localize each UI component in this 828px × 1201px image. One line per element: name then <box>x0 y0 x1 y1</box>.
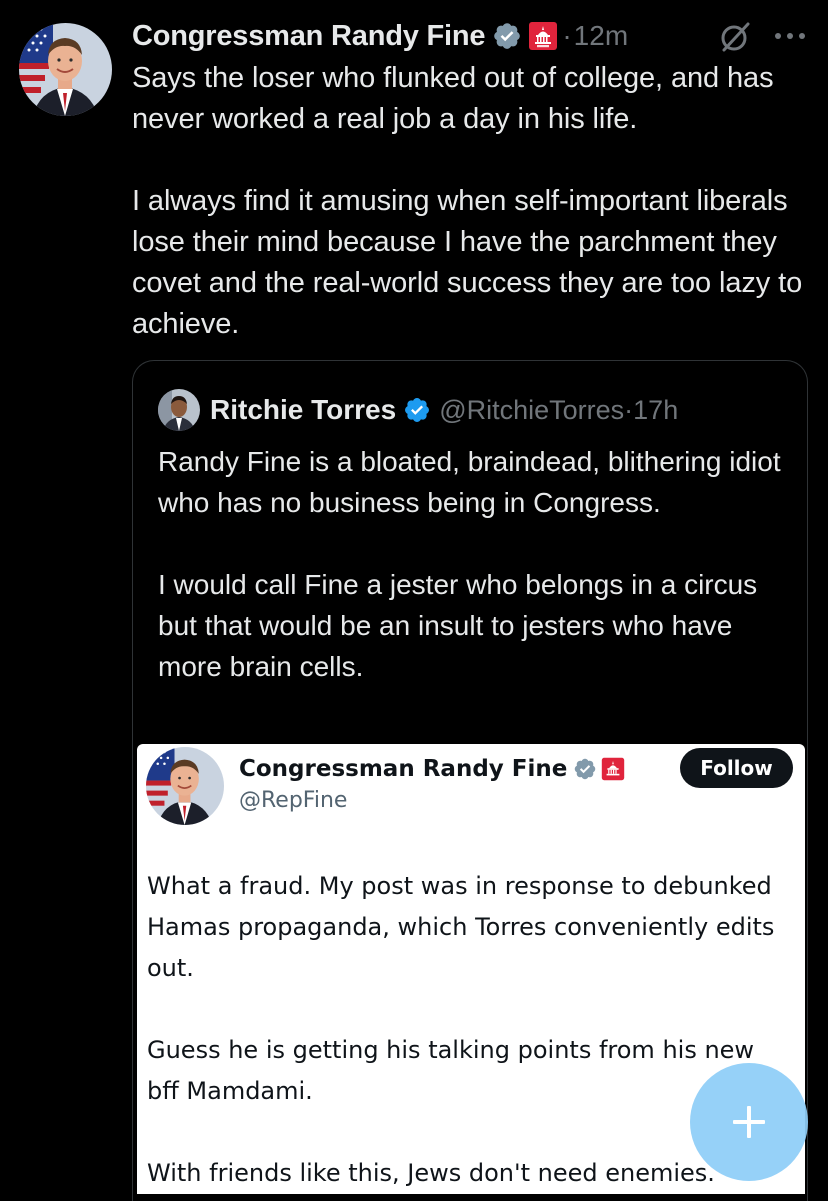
tweet-text: Says the loser who flunked out of colleg… <box>132 62 803 340</box>
grok-slash-icon[interactable] <box>718 20 752 54</box>
embedded-capitol-badge-icon <box>601 757 625 781</box>
embedded-author-name: Congressman Randy Fine <box>239 756 568 782</box>
author-name[interactable]: Congressman Randy Fine <box>132 20 486 53</box>
time-separator: · <box>562 20 572 51</box>
quote-author-name[interactable]: Ritchie Torres <box>210 394 396 426</box>
compose-button[interactable] <box>690 1063 808 1181</box>
quote-author-handle[interactable]: @RitchieTorres <box>439 395 624 426</box>
congressman-portrait-icon <box>146 747 224 825</box>
quoted-tweet[interactable]: Ritchie Torres @RitchieTorres · 17h Rand… <box>132 360 808 1201</box>
plus-icon <box>733 1106 765 1138</box>
quote-verified-badge-icon[interactable] <box>403 396 431 424</box>
capitol-gop-badge-icon[interactable] <box>528 21 558 51</box>
torres-portrait-icon <box>158 389 200 431</box>
tweet-header: Congressman Randy Fine · 12m <box>132 14 628 58</box>
quote-time-separator: · <box>624 394 634 425</box>
tweet[interactable]: Congressman Randy Fine · 12m Says the lo… <box>0 0 828 1201</box>
verified-badge-icon[interactable] <box>492 21 522 51</box>
author-avatar[interactable] <box>19 23 112 116</box>
quote-author-avatar[interactable] <box>158 389 200 431</box>
embedded-verified-badge-icon <box>573 757 597 781</box>
post-time[interactable]: 12m <box>574 20 628 52</box>
congressman-portrait-icon <box>19 23 112 116</box>
embedded-follow-button: Follow <box>680 748 793 788</box>
quote-time[interactable]: 17h <box>633 395 678 426</box>
quote-text: Randy Fine is a bloated, braindead, blit… <box>158 446 781 682</box>
embedded-author-avatar <box>146 747 224 825</box>
more-horizontal-icon[interactable] <box>772 26 808 46</box>
embedded-author-handle: @RepFine <box>239 788 348 813</box>
embedded-header: Congressman Randy Fine <box>239 752 625 786</box>
quote-header: Ritchie Torres @RitchieTorres · 17h <box>158 389 678 431</box>
embedded-text: What a fraud. My post was in response to… <box>147 872 775 1187</box>
